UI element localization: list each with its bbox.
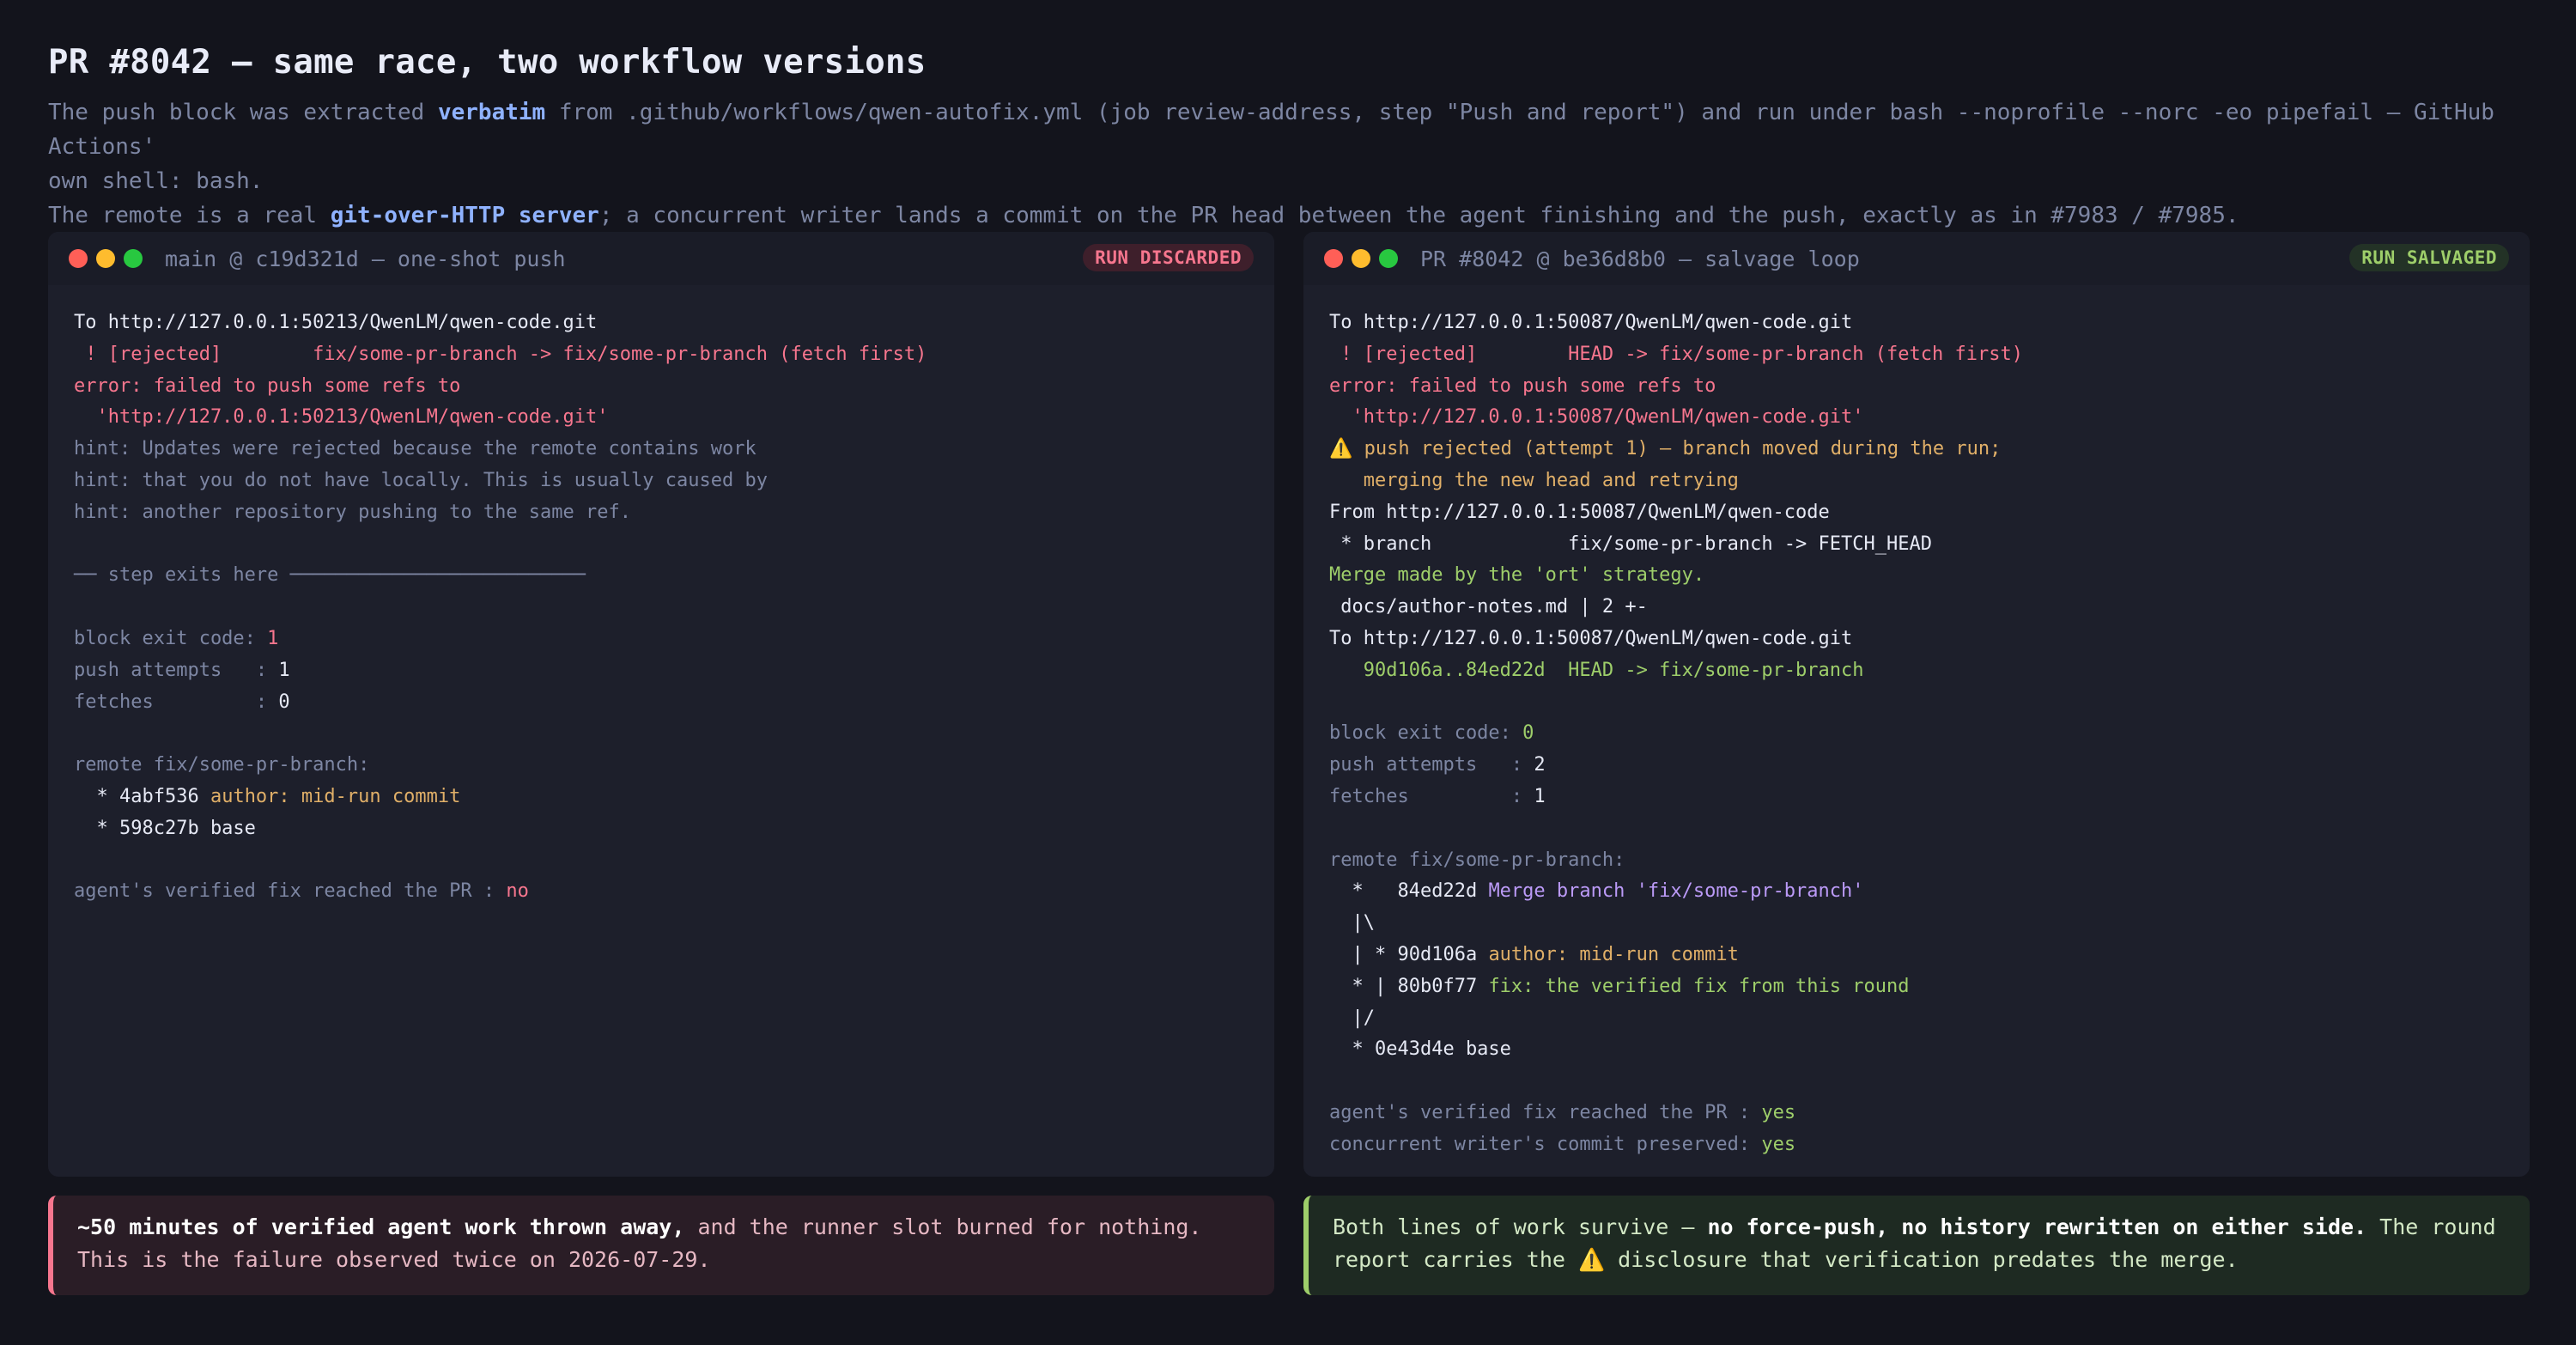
fetches-line: fetches : 1 bbox=[1329, 785, 1546, 807]
verified-fix-line: agent's verified fix reached the PR : no bbox=[74, 880, 529, 903]
output-line: 'http://127.0.0.1:50087/QwenLM/qwen-code… bbox=[1329, 406, 1864, 429]
failure-note: ~50 minutes of verified agent work throw… bbox=[48, 1196, 1274, 1295]
close-window-icon[interactable] bbox=[1324, 249, 1343, 268]
maximize-window-icon[interactable] bbox=[1379, 249, 1398, 268]
terminal-output: To http://127.0.0.1:50213/QwenLM/qwen-co… bbox=[48, 285, 1274, 908]
output-line: hint: another repository pushing to the … bbox=[74, 501, 632, 523]
output-line: 90d106a..84ed22d HEAD -> fix/some-pr-bra… bbox=[1329, 659, 1864, 681]
graph-line: |/ bbox=[1329, 1007, 1375, 1029]
exit-code-line: block exit code: 1 bbox=[74, 627, 279, 649]
output-line: error: failed to push some refs to bbox=[1329, 374, 1716, 397]
subtitle-line-1: The push block was extracted verbatim fr… bbox=[48, 100, 2494, 194]
maximize-window-icon[interactable] bbox=[124, 249, 143, 268]
output-line: * branch fix/some-pr-branch -> FETCH_HEA… bbox=[1329, 533, 1932, 555]
commit-preserved-line: concurrent writer's commit preserved: ye… bbox=[1329, 1133, 1796, 1155]
close-window-icon[interactable] bbox=[69, 249, 88, 268]
graph-line: | * 90d106a author: mid-run commit bbox=[1329, 943, 1739, 965]
output-line: To http://127.0.0.1:50087/QwenLM/qwen-co… bbox=[1329, 627, 1853, 649]
status-badge: RUN DISCARDED bbox=[1083, 244, 1254, 271]
minimize-window-icon[interactable] bbox=[1352, 249, 1370, 268]
success-note: Both lines of work survive — no force-pu… bbox=[1303, 1196, 2530, 1295]
graph-line: |\ bbox=[1329, 912, 1375, 934]
output-line: ! [rejected] fix/some-pr-branch -> fix/s… bbox=[74, 343, 927, 365]
status-badge: RUN SALVAGED bbox=[2349, 244, 2509, 271]
output-line: From http://127.0.0.1:50087/QwenLM/qwen-… bbox=[1329, 501, 1830, 523]
graph-line: * | 80b0f77 fix: the verified fix from t… bbox=[1329, 975, 1910, 997]
step-exit-divider: ── step exits here ─────────────────────… bbox=[74, 564, 586, 587]
output-line: hint: Updates were rejected because the … bbox=[74, 438, 756, 460]
push-attempts-line: push attempts : 1 bbox=[74, 659, 290, 681]
terminal-output: To http://127.0.0.1:50087/QwenLM/qwen-co… bbox=[1303, 285, 2530, 1161]
warning-line: ⚠️ push rejected (attempt 1) — branch mo… bbox=[1329, 438, 2002, 460]
commit-line: * 598c27b base bbox=[74, 817, 256, 839]
commit-line: * 4abf536 author: mid-run commit bbox=[74, 785, 461, 807]
remote-branch-label: remote fix/some-pr-branch: bbox=[1329, 849, 1625, 871]
output-line: ! [rejected] HEAD -> fix/some-pr-branch … bbox=[1329, 343, 2023, 365]
output-line: To http://127.0.0.1:50213/QwenLM/qwen-co… bbox=[74, 312, 598, 333]
terminal-title: PR #8042 @ be36d8b0 — salvage loop bbox=[1420, 246, 1860, 271]
output-line: error: failed to push some refs to bbox=[74, 374, 461, 397]
output-line: hint: that you do not have locally. This… bbox=[74, 469, 768, 491]
exit-code-line: block exit code: 0 bbox=[1329, 722, 1534, 745]
push-attempts-line: push attempts : 2 bbox=[1329, 754, 1546, 776]
output-line: docs/author-notes.md | 2 +- bbox=[1329, 596, 1648, 618]
terminal-title: main @ c19d321d — one-shot push bbox=[165, 246, 566, 271]
remote-branch-label: remote fix/some-pr-branch: bbox=[74, 754, 370, 776]
terminal-titlebar: PR #8042 @ be36d8b0 — salvage loop RUN S… bbox=[1303, 232, 2530, 285]
fetches-line: fetches : 0 bbox=[74, 691, 290, 713]
graph-line: * 84ed22d Merge branch 'fix/some-pr-bran… bbox=[1329, 880, 1864, 903]
warning-line: merging the new head and retrying bbox=[1329, 469, 1739, 491]
graph-line: * 0e43d4e base bbox=[1329, 1038, 1511, 1061]
terminal-titlebar: main @ c19d321d — one-shot push RUN DISC… bbox=[48, 232, 1274, 285]
output-line: To http://127.0.0.1:50087/QwenLM/qwen-co… bbox=[1329, 312, 1853, 333]
output-line: Merge made by the 'ort' strategy. bbox=[1329, 564, 1705, 587]
verified-fix-line: agent's verified fix reached the PR : ye… bbox=[1329, 1101, 1796, 1123]
header: PR #8042 — same race, two workflow versi… bbox=[48, 43, 2530, 233]
terminal-panel-pr: PR #8042 @ be36d8b0 — salvage loop RUN S… bbox=[1303, 232, 2530, 1177]
page-title: PR #8042 — same race, two workflow versi… bbox=[48, 43, 927, 82]
terminal-panel-main: main @ c19d321d — one-shot push RUN DISC… bbox=[48, 232, 1274, 1177]
output-line: 'http://127.0.0.1:50213/QwenLM/qwen-code… bbox=[74, 406, 609, 429]
subtitle-line-2: The remote is a real git-over-HTTP serve… bbox=[48, 203, 2239, 228]
minimize-window-icon[interactable] bbox=[96, 249, 115, 268]
